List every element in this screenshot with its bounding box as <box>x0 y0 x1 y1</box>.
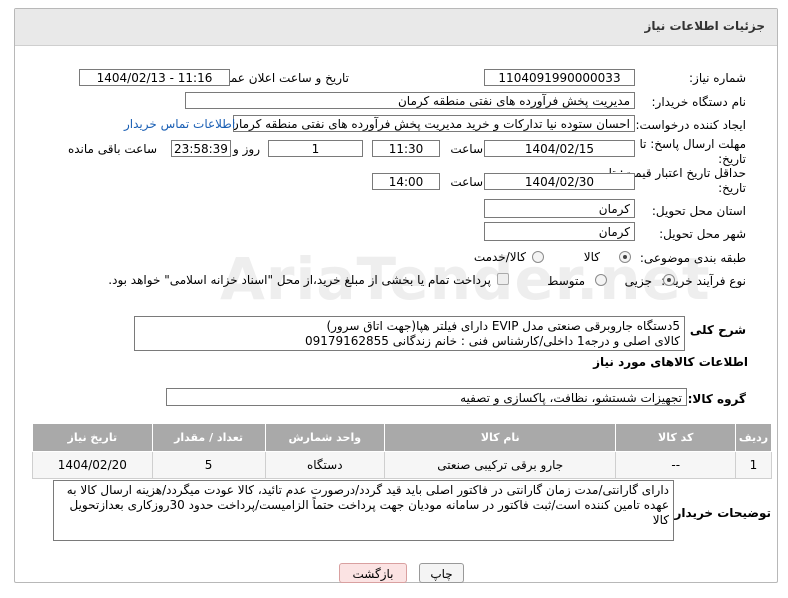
category-label: طبقه بندی موضوعی: <box>639 251 746 265</box>
buyer-contact-link[interactable]: اطلاعات تماس خریدار <box>124 117 235 131</box>
category-goods-service-radio[interactable] <box>532 251 544 263</box>
cell-unit: دستگاه <box>264 451 386 479</box>
cell-qty: 5 <box>151 451 266 479</box>
description-line-2: کالای اصلی و درجه1 داخلی/کارشناس فنی : خ… <box>304 334 680 348</box>
buyer-notes-textarea[interactable]: دارای گارانتی/مدت زمان گارانتی در فاکتور… <box>53 480 674 541</box>
process-partial-label: جزیی <box>624 274 652 288</box>
col-row: ردیف <box>735 423 772 452</box>
cell-code: -- <box>615 451 736 479</box>
min-price-date-field: 1404/02/30 <box>484 173 635 190</box>
process-partial-radio[interactable] <box>663 274 675 286</box>
col-name: نام کالا <box>384 423 617 452</box>
city-field: کرمان <box>484 222 635 241</box>
buyer-org-label: نام دستگاه خریدار: <box>651 95 747 109</box>
deadline-time-field: 11:30 <box>372 140 440 157</box>
treasury-payment-checkbox[interactable] <box>497 273 509 285</box>
goods-group-field: تجهیزات شستشو، نظافت، پاکسازی و تصفیه <box>166 388 687 406</box>
deadline-label: مهلت ارسال پاسخ: تا تاریخ: <box>639 137 746 166</box>
description-textarea[interactable]: 5دستگاه جاروبرقی صنعتی مدل EVIP دارای فی… <box>134 316 685 351</box>
back-button[interactable]: بازگشت <box>339 563 407 583</box>
col-code: کد کالا <box>615 423 736 452</box>
province-field: کرمان <box>484 199 635 218</box>
description-line-1: 5دستگاه جاروبرقی صنعتی مدل EVIP دارای فی… <box>326 319 680 333</box>
buyer-org-field: مدیریت پخش فرآورده های نفتی منطقه کرمان <box>185 92 635 109</box>
requester-field: احسان ستوده نیا تدارکات و خرید مدیریت پخ… <box>233 115 635 132</box>
col-date: تاریخ نیاز <box>32 423 153 452</box>
min-price-time-label: ساعت <box>450 175 483 189</box>
deadline-date-field: 1404/02/15 <box>484 140 635 157</box>
need-number-field: 1104091990000033 <box>484 69 635 86</box>
requester-label: ایجاد کننده درخواست: <box>635 118 746 132</box>
remaining-label: ساعت باقی مانده <box>67 142 157 156</box>
process-medium-radio[interactable] <box>595 274 607 286</box>
col-unit: واحد شمارش <box>264 423 386 452</box>
days-label: روز و <box>233 142 260 156</box>
panel-title: جزئیات اطلاعات نیاز <box>644 19 765 33</box>
remaining-time-field: 23:58:39 <box>171 140 231 157</box>
panel-header: جزئیات اطلاعات نیاز <box>15 9 777 46</box>
goods-table-header: ردیف کد کالا نام کالا واحد شمارش تعداد /… <box>32 423 772 452</box>
buyer-notes-line-2: عهده تامین کننده است/ثبت فاکتور در سامان… <box>69 498 670 527</box>
category-goods-label: کالا <box>583 250 600 264</box>
col-qty: تعداد / مقدار <box>151 423 266 452</box>
process-medium-label: متوسط <box>547 274 585 288</box>
province-label: استان محل تحویل: <box>651 204 746 218</box>
category-goods-radio[interactable] <box>619 251 631 263</box>
goods-group-label: گروه کالا: <box>687 392 746 406</box>
city-label: شهر محل تحویل: <box>659 227 746 241</box>
deadline-time-label: ساعت <box>450 142 483 156</box>
buyer-notes-label: توضیحات خریدار: <box>669 506 771 520</box>
cell-name: جارو برقی ترکیبی صنعتی <box>384 451 617 479</box>
min-price-time-field: 14:00 <box>372 173 440 190</box>
category-goods-service-label: کالا/خدمت <box>473 250 526 264</box>
goods-info-title: اطلاعات کالاهای مورد نیاز <box>593 355 748 369</box>
treasury-payment-note: پرداخت تمام یا بخشی از مبلغ خرید،از محل … <box>108 273 491 287</box>
cell-row: 1 <box>735 451 772 479</box>
buyer-notes-line-1: دارای گارانتی/مدت زمان گارانتی در فاکتور… <box>66 483 669 497</box>
need-number-label: شماره نیاز: <box>689 71 746 85</box>
table-row[interactable]: 1 -- جارو برقی ترکیبی صنعتی دستگاه 5 140… <box>32 451 772 479</box>
goods-table: ردیف کد کالا نام کالا واحد شمارش تعداد /… <box>32 423 772 479</box>
announce-field: 1404/02/13 - 11:16 <box>79 69 230 86</box>
print-button[interactable]: چاپ <box>419 563 464 583</box>
days-field: 1 <box>268 140 363 157</box>
cell-date: 1404/02/20 <box>32 451 153 479</box>
